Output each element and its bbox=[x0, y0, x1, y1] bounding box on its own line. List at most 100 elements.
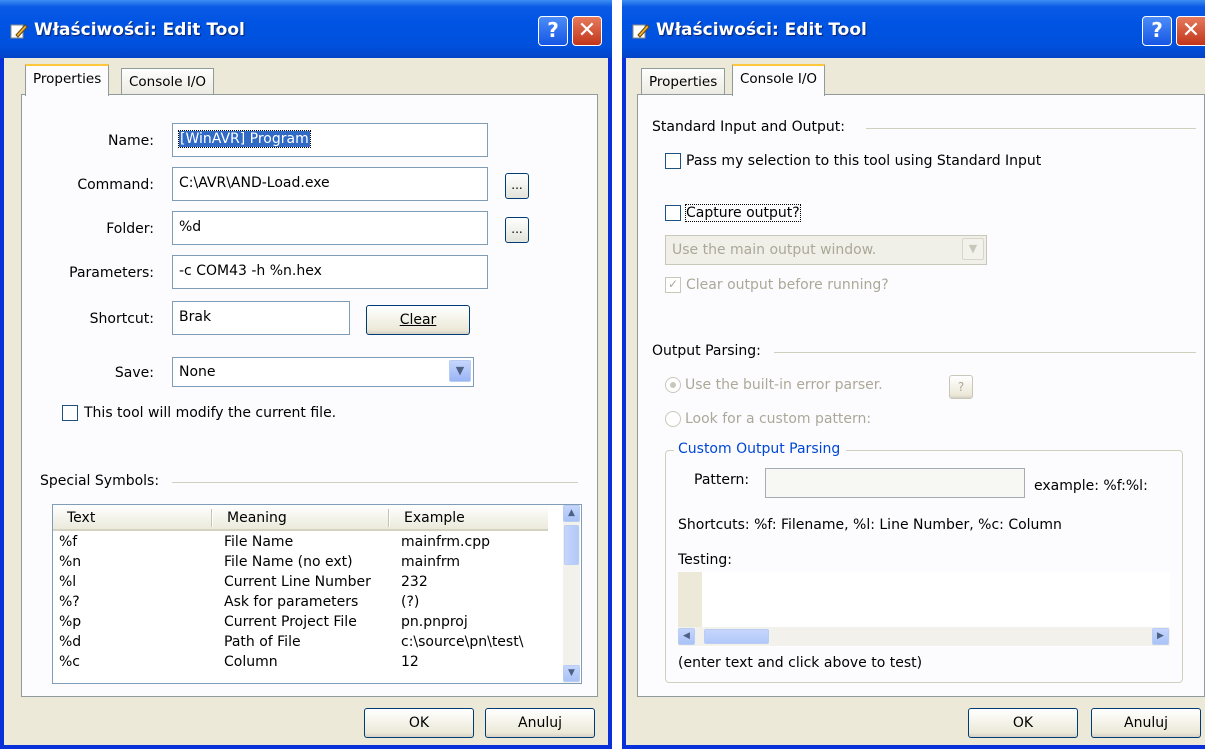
parameters-label: Parameters: bbox=[69, 265, 154, 281]
row-example: pn.pnproj bbox=[401, 614, 468, 630]
std-io-group-title: Standard Input and Output: bbox=[652, 119, 851, 135]
scroll-up-icon[interactable]: ▲ bbox=[563, 505, 580, 522]
parser-help-button: ? bbox=[949, 375, 973, 399]
properties-panel: Name: [WinAVR] Program Command: C:\AVR\A… bbox=[21, 94, 598, 697]
title-bar[interactable]: Właściwości: Edit Tool ? ✕ bbox=[0, 0, 612, 58]
pattern-field bbox=[765, 468, 1025, 498]
row-example: (?) bbox=[401, 594, 420, 610]
question-icon: ? bbox=[547, 18, 559, 42]
capture-output-checkbox[interactable] bbox=[665, 205, 681, 221]
modify-file-label: This tool will modify the current file. bbox=[84, 405, 337, 421]
divider bbox=[866, 128, 1196, 129]
output-window-value: Use the main output window. bbox=[672, 242, 877, 258]
help-title-button[interactable]: ? bbox=[1142, 16, 1172, 46]
close-button[interactable]: ✕ bbox=[1176, 16, 1205, 46]
row-example: c:\source\pn\test\ bbox=[401, 634, 524, 650]
column-header-text[interactable]: Text bbox=[67, 510, 95, 526]
custom-group-title: Custom Output Parsing bbox=[674, 441, 847, 457]
row-meaning: File Name bbox=[224, 534, 294, 550]
divider bbox=[774, 352, 1196, 353]
horizontal-scrollbar[interactable]: ◀ ▶ bbox=[678, 627, 1170, 646]
shortcut-label: Shortcut: bbox=[89, 311, 154, 327]
window-title: Właściwości: Edit Tool bbox=[34, 20, 245, 40]
special-symbols-list[interactable]: Text Meaning Example %f File Name mainfrm.… bbox=[52, 504, 582, 684]
pattern-label: Pattern: bbox=[694, 472, 750, 488]
pass-selection-checkbox[interactable] bbox=[665, 153, 681, 169]
row-meaning: Current Line Number bbox=[224, 574, 371, 590]
name-value: [WinAVR] Program bbox=[178, 130, 311, 148]
parameters-field[interactable]: -c COM43 -h %n.hex bbox=[172, 255, 488, 289]
modify-file-checkbox[interactable] bbox=[62, 405, 78, 421]
row-meaning: Column bbox=[224, 654, 278, 670]
column-separator[interactable] bbox=[388, 509, 390, 527]
scroll-left-icon[interactable]: ◀ bbox=[678, 628, 695, 645]
row-text: %d bbox=[59, 634, 82, 650]
folder-browse-button[interactable]: ... bbox=[505, 217, 529, 243]
tab-properties[interactable]: Properties bbox=[641, 68, 726, 95]
output-parsing-group-title: Output Parsing: bbox=[652, 343, 767, 359]
chevron-down-icon[interactable]: ▼ bbox=[449, 360, 471, 382]
save-label: Save: bbox=[114, 365, 154, 381]
help-title-button[interactable]: ? bbox=[538, 16, 568, 46]
save-select[interactable]: None ▼ bbox=[172, 357, 474, 387]
divider bbox=[172, 482, 578, 483]
folder-label: Folder: bbox=[106, 221, 154, 237]
name-field[interactable]: [WinAVR] Program bbox=[172, 123, 488, 157]
column-header-meaning[interactable]: Meaning bbox=[227, 510, 287, 526]
window-title: Właściwości: Edit Tool bbox=[656, 20, 867, 40]
tab-console-io[interactable]: Console I/O bbox=[121, 68, 215, 95]
name-label: Name: bbox=[107, 133, 154, 149]
custom-pattern-label: Look for a custom pattern: bbox=[685, 411, 872, 427]
close-icon: ✕ bbox=[577, 18, 597, 43]
testing-margin bbox=[678, 572, 702, 627]
shortcut-field[interactable]: Brak bbox=[172, 301, 350, 335]
testing-label: Testing: bbox=[678, 552, 732, 568]
shortcuts-text: Shortcuts: %f: Filename, %l: Line Number… bbox=[678, 517, 1062, 533]
row-meaning: Ask for parameters bbox=[224, 594, 359, 610]
column-header-example[interactable]: Example bbox=[404, 510, 465, 526]
scroll-thumb[interactable] bbox=[564, 525, 579, 565]
tab-console-io[interactable]: Console I/O bbox=[732, 64, 826, 96]
scroll-down-icon[interactable]: ▼ bbox=[563, 665, 580, 682]
output-window-select: Use the main output window. ▼ bbox=[665, 235, 987, 265]
pencil-icon bbox=[632, 24, 650, 39]
edit-tool-window-console-io: Właściwości: Edit Tool ? ✕ Properties Co… bbox=[622, 0, 1205, 749]
builtin-parser-radio bbox=[665, 377, 681, 393]
folder-field[interactable]: %d bbox=[172, 211, 488, 245]
row-meaning: File Name (no ext) bbox=[224, 554, 353, 570]
scroll-thumb[interactable] bbox=[704, 629, 769, 644]
command-browse-button[interactable]: ... bbox=[505, 173, 529, 199]
chevron-down-icon: ▼ bbox=[962, 238, 984, 260]
command-label: Command: bbox=[77, 177, 154, 193]
title-bar[interactable]: Właściwości: Edit Tool ? ✕ bbox=[622, 0, 1205, 58]
pass-selection-label: Pass my selection to this tool using Sta… bbox=[686, 153, 1042, 169]
row-text: %f bbox=[59, 534, 78, 550]
question-icon: ? bbox=[1151, 18, 1163, 42]
testing-area[interactable]: ◀ ▶ bbox=[678, 572, 1170, 647]
row-text: %l bbox=[59, 574, 77, 590]
row-text: %n bbox=[59, 554, 82, 570]
example-text: example: %f:%l: bbox=[1034, 478, 1148, 494]
special-symbols-label: Special Symbols: bbox=[40, 473, 166, 489]
scroll-right-icon[interactable]: ▶ bbox=[1152, 628, 1169, 645]
row-text: %p bbox=[59, 614, 82, 630]
row-example: mainfrm.cpp bbox=[401, 534, 490, 550]
command-field[interactable]: C:\AVR\AND-Load.exe bbox=[172, 167, 488, 201]
cancel-button[interactable]: Anuluj bbox=[1091, 708, 1201, 738]
row-example: mainfrm bbox=[401, 554, 461, 570]
clear-button[interactable]: Clear bbox=[366, 305, 470, 335]
ok-button[interactable]: OK bbox=[968, 708, 1078, 738]
builtin-parser-label: Use the built-in error parser. bbox=[685, 377, 883, 393]
custom-pattern-radio bbox=[665, 411, 681, 427]
row-text: %c bbox=[59, 654, 80, 670]
ok-button[interactable]: OK bbox=[364, 708, 474, 738]
list-header: Text Meaning Example bbox=[53, 505, 548, 531]
capture-output-label: Capture output? bbox=[685, 204, 801, 222]
column-separator[interactable] bbox=[211, 509, 213, 527]
row-text: %? bbox=[59, 594, 80, 610]
cancel-button[interactable]: Anuluj bbox=[485, 708, 595, 738]
tab-properties[interactable]: Properties bbox=[25, 64, 110, 96]
close-button[interactable]: ✕ bbox=[572, 16, 602, 46]
vertical-scrollbar[interactable]: ▲ ▼ bbox=[563, 505, 580, 683]
edit-tool-window-properties: Właściwości: Edit Tool ? ✕ Properties Co… bbox=[0, 0, 612, 749]
